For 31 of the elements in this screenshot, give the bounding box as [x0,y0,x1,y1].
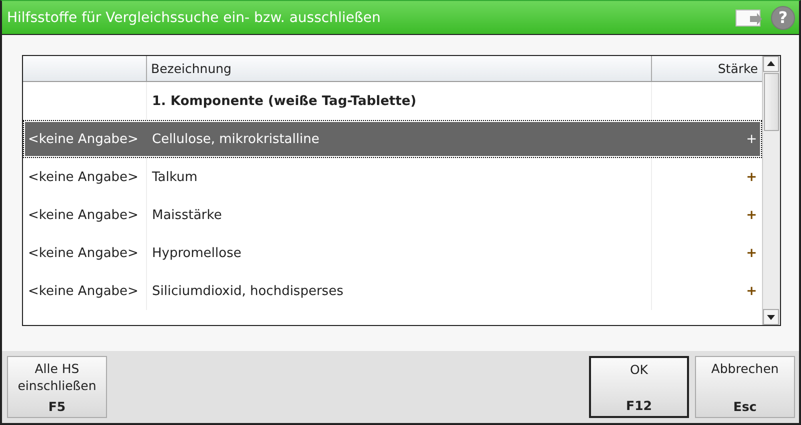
table-row[interactable]: <keine Angabe> Cellulose, mikrokristalline + [23,120,762,158]
action-button[interactable]: OK F12 [589,356,689,418]
table-cell: <keine Angabe> [28,208,138,222]
scroll-thumb[interactable] [764,73,779,131]
table-cell: <keine Angabe> [28,132,138,146]
action-button[interactable]: Abbrechen Esc [695,356,795,418]
table-cell: Cellulose, mikrokristalline [152,132,320,146]
table-cell: + [746,284,757,298]
table-cell: Talkum [152,170,198,184]
scroll-down-icon[interactable] [763,309,779,325]
table-row[interactable]: <keine Angabe> Siliciumdioxid, hochdisperses + [23,272,762,310]
scroll-up-icon[interactable] [763,56,779,72]
table-cell: Maisstärke [152,208,222,222]
table-cell: + [746,246,757,260]
table-cell: <keine Angabe> [28,246,138,260]
window-title: Hilfsstoffe für Vergleichssuche ein- bzw. ausschließen [7,10,382,26]
action-button[interactable]: Alle HS einschließen F5 [7,356,107,418]
table-cell: Hypromellose [152,246,242,260]
table-row[interactable]: <keine Angabe> Hypromellose + [23,234,762,272]
column-header[interactable]: Bezeichnung [147,56,652,81]
column-header[interactable]: Stärke [652,56,762,81]
table-row[interactable]: <keine Angabe> Talkum + [23,158,762,196]
table-row[interactable]: <keine Angabe> Maisstärke + [23,196,762,234]
table-cell: + [746,208,757,222]
table-cell: + [746,132,757,146]
table-cell: <keine Angabe> [28,284,138,298]
table-cell: + [746,170,757,184]
scrollbar[interactable] [762,56,780,325]
group-heading: 1. Komponente (weiße Tag-Tablette) [152,94,416,108]
table-cell: <keine Angabe> [28,170,138,184]
table-cell: Siliciumdioxid, hochdisperses [152,284,344,298]
